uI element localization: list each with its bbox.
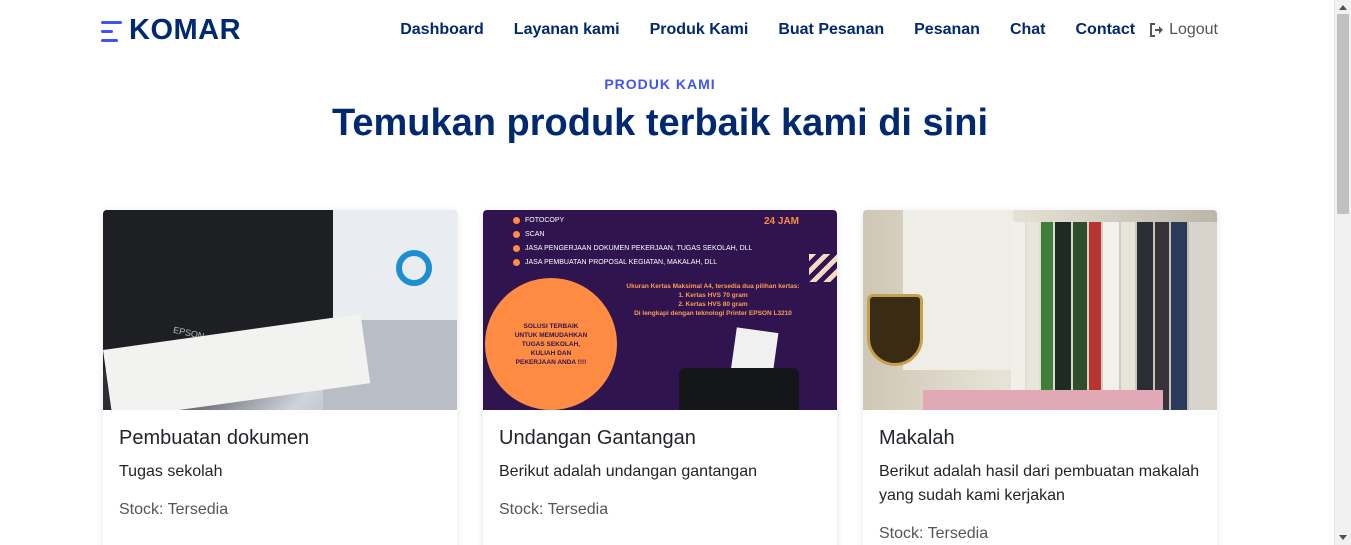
scroll-up-icon[interactable] (1339, 5, 1347, 10)
site-header: KOMAR Dashboard Layanan kami Produk Kami… (0, 0, 1334, 62)
nav-contact[interactable]: Contact (1076, 20, 1136, 40)
brand-name: KOMAR (129, 14, 242, 46)
logout-label: Logout (1169, 21, 1218, 38)
nav-layanan-kami[interactable]: Layanan kami (514, 20, 620, 40)
flyer-services-list: FOTOCOPY SCAN JASA PENGERJAAN DOKUMEN PE… (512, 214, 752, 270)
products-section-header: PRODUK KAMI Temukan produk terbaik kami … (0, 76, 1320, 145)
nav-dashboard[interactable]: Dashboard (400, 20, 484, 40)
flyer-badge: 24 JAM (763, 216, 799, 227)
nav-pesanan[interactable]: Pesanan (914, 20, 980, 40)
product-description: Tugas sekolah (119, 463, 223, 480)
nav-produk-kami[interactable]: Produk Kami (650, 20, 749, 40)
nav-buat-pesanan[interactable]: Buat Pesanan (778, 20, 884, 40)
product-stock: Stock: Tersedia (879, 525, 989, 542)
product-title: Makalah (879, 427, 955, 449)
nav-chat[interactable]: Chat (1010, 20, 1046, 40)
product-image-flyer: FOTOCOPY SCAN JASA PENGERJAAN DOKUMEN PE… (483, 210, 837, 410)
section-title: Temukan produk terbaik kami di sini (331, 102, 989, 144)
product-description: Berikut adalah undangan gantangan (499, 463, 757, 480)
printer-icon (679, 368, 799, 410)
emblem-icon (867, 294, 923, 366)
logout-link[interactable]: Logout (1149, 20, 1218, 40)
page-scrollbar[interactable] (1334, 0, 1351, 545)
flyer-info: Ukuran Kertas Maksimal A4, tersedia dua … (626, 283, 800, 317)
flyer-burst: SOLUSI TERBAIK UNTUK MEMUDAHKAN TUGAS SE… (491, 284, 611, 404)
product-stock: Stock: Tersedia (119, 501, 229, 518)
product-stock: Stock: Tersedia (499, 501, 609, 518)
product-card[interactable]: FOTOCOPY SCAN JASA PENGERJAAN DOKUMEN PE… (483, 210, 837, 545)
scrollbar-thumb[interactable] (1337, 14, 1349, 214)
product-card[interactable]: Makalah Berikut adalah hasil dari pembua… (863, 210, 1217, 545)
product-title: Undangan Gantangan (499, 427, 696, 449)
logout-icon (1150, 23, 1164, 37)
product-image-printer: EPSON (103, 210, 457, 410)
section-eyebrow: PRODUK KAMI (604, 76, 716, 92)
logo-mark-icon (101, 17, 123, 45)
dhuni-cell-logo-icon (396, 250, 432, 286)
product-image-books (863, 210, 1217, 410)
brand-logo[interactable]: KOMAR (101, 14, 241, 47)
product-card[interactable]: EPSON Pembuatan dokumen Tugas sekolah St… (103, 210, 457, 545)
product-title: Pembuatan dokumen (119, 427, 310, 449)
product-cards: EPSON Pembuatan dokumen Tugas sekolah St… (103, 210, 1217, 545)
scroll-down-icon[interactable] (1339, 535, 1347, 540)
product-description: Berikut adalah hasil dari pembuatan maka… (879, 463, 1200, 504)
main-nav: Dashboard Layanan kami Produk Kami Buat … (400, 20, 1218, 40)
